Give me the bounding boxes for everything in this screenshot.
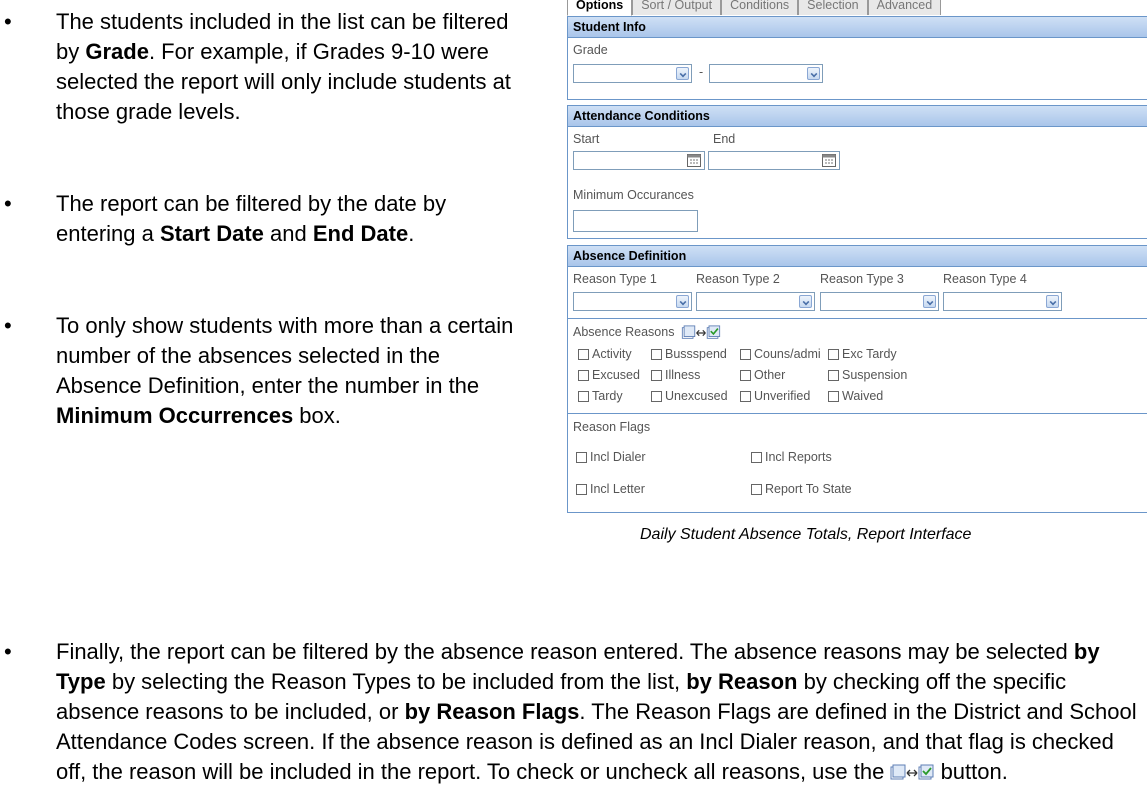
checkbox-couns-admi[interactable]: Couns/admi <box>740 347 828 361</box>
reason-type-2-label: Reason Type 2 <box>696 272 780 286</box>
bullet-text: To only show students with more than a c… <box>56 313 514 398</box>
checkbox-incl-reports[interactable]: Incl Reports <box>751 450 832 464</box>
reasons-row: Tardy Unexcused Unverified Waived <box>578 389 883 403</box>
start-date-input[interactable] <box>573 151 705 170</box>
reasons-row: Activity Bussspend Couns/admi Exc Tardy <box>578 347 897 361</box>
chevron-down-icon <box>676 67 689 80</box>
chevron-down-icon <box>923 295 936 308</box>
checkbox-report-to-state[interactable]: Report To State <box>751 482 852 496</box>
tab-conditions[interactable]: Conditions <box>721 0 799 15</box>
bullet-bold: by Reason Flags <box>404 699 580 724</box>
reason-type-4-select[interactable] <box>943 292 1062 311</box>
checkbox-excused[interactable]: Excused <box>578 368 651 382</box>
reason-flags-label: Reason Flags <box>573 420 651 434</box>
calendar-icon[interactable] <box>822 154 836 167</box>
checkbox-bussspend[interactable]: Bussspend <box>651 347 740 361</box>
bullet-text: and <box>263 221 313 246</box>
section-title: Attendance Conditions <box>568 106 1147 127</box>
tab-sort-output[interactable]: Sort / Output <box>632 0 722 15</box>
reason-type-2-select[interactable] <box>696 292 815 311</box>
grade-label: Grade <box>573 43 608 57</box>
checkbox-incl-dialer[interactable]: Incl Dialer <box>576 450 751 464</box>
checkbox-suspension[interactable]: Suspension <box>828 368 907 382</box>
minimum-occurances-label: Minimum Occurances <box>573 188 694 202</box>
figure-caption: Daily Student Absence Totals, Report Int… <box>640 526 972 543</box>
reason-type-4-label: Reason Type 4 <box>943 272 1027 286</box>
bullet-bold: Start Date <box>159 221 264 246</box>
bullet-text: by selecting the Reason Types to be incl… <box>105 669 687 694</box>
bullet-bold: Minimum Occurrences <box>56 403 294 428</box>
bullet-text: Finally, the report can be filtered by t… <box>56 639 1074 664</box>
absence-definition-section: Absence Definition Reason Type 1 Reason … <box>567 245 1147 513</box>
bullet-dot: • <box>4 191 12 216</box>
bullet-text: . <box>408 221 415 246</box>
report-interface-panel: Options Sort / Output Conditions Selecti… <box>567 0 1147 522</box>
flags-row: Incl Letter Report To State <box>576 482 852 496</box>
end-label: End <box>713 132 736 146</box>
chevron-down-icon <box>1046 295 1059 308</box>
toggle-all-icon[interactable] <box>679 325 723 341</box>
student-info-section: Student Info Grade - <box>567 16 1147 100</box>
checkbox-other[interactable]: Other <box>740 368 828 382</box>
tab-selection[interactable]: Selection <box>798 0 868 15</box>
end-date-input[interactable] <box>708 151 840 170</box>
bullet-bold: by Reason <box>686 669 798 694</box>
tab-advanced[interactable]: Advanced <box>867 0 942 15</box>
checkbox-waived[interactable]: Waived <box>828 389 883 403</box>
flags-row: Incl Dialer Incl Reports <box>576 450 832 464</box>
bullet-dot: • <box>4 313 12 338</box>
reason-type-1-label: Reason Type 1 <box>573 272 657 286</box>
bullet-text: button. <box>934 759 1008 784</box>
chevron-down-icon <box>676 295 689 308</box>
reason-type-1-select[interactable] <box>573 292 692 311</box>
calendar-icon[interactable] <box>687 154 701 167</box>
checkbox-unverified[interactable]: Unverified <box>740 389 828 403</box>
minimum-occurances-input[interactable] <box>573 210 698 232</box>
attendance-conditions-section: Attendance Conditions Start End Minimum … <box>567 105 1147 239</box>
checkbox-exc-tardy[interactable]: Exc Tardy <box>828 347 897 361</box>
reason-type-3-select[interactable] <box>820 292 939 311</box>
section-title: Absence Definition <box>568 246 1147 267</box>
grade-from-select[interactable] <box>573 64 692 83</box>
chevron-down-icon <box>807 67 820 80</box>
absence-reasons-label: Absence Reasons <box>573 325 675 339</box>
section-title: Student Info <box>568 17 1147 38</box>
bullet-dot: • <box>4 9 12 34</box>
range-separator: - <box>699 65 704 79</box>
start-label: Start <box>573 132 600 146</box>
chevron-down-icon <box>799 295 812 308</box>
checkbox-activity[interactable]: Activity <box>578 347 651 361</box>
checkbox-tardy[interactable]: Tardy <box>578 389 651 403</box>
bullet-dot: • <box>4 639 12 664</box>
reason-type-3-label: Reason Type 3 <box>820 272 904 286</box>
bullet-bold: End Date <box>312 221 409 246</box>
checkbox-illness[interactable]: Illness <box>651 368 740 382</box>
bullet-bold: Grade <box>85 39 149 64</box>
divider <box>568 413 1147 414</box>
reasons-row: Excused Illness Other Suspension <box>578 368 907 382</box>
grade-to-select[interactable] <box>709 64 823 83</box>
divider <box>568 318 1147 319</box>
toggle-all-icon <box>890 760 934 790</box>
checkbox-unexcused[interactable]: Unexcused <box>651 389 740 403</box>
bullet-text: box. <box>293 403 341 428</box>
tab-options[interactable]: Options <box>567 0 633 16</box>
tab-bar: Options Sort / Output Conditions Selecti… <box>567 0 942 16</box>
checkbox-incl-letter[interactable]: Incl Letter <box>576 482 751 496</box>
